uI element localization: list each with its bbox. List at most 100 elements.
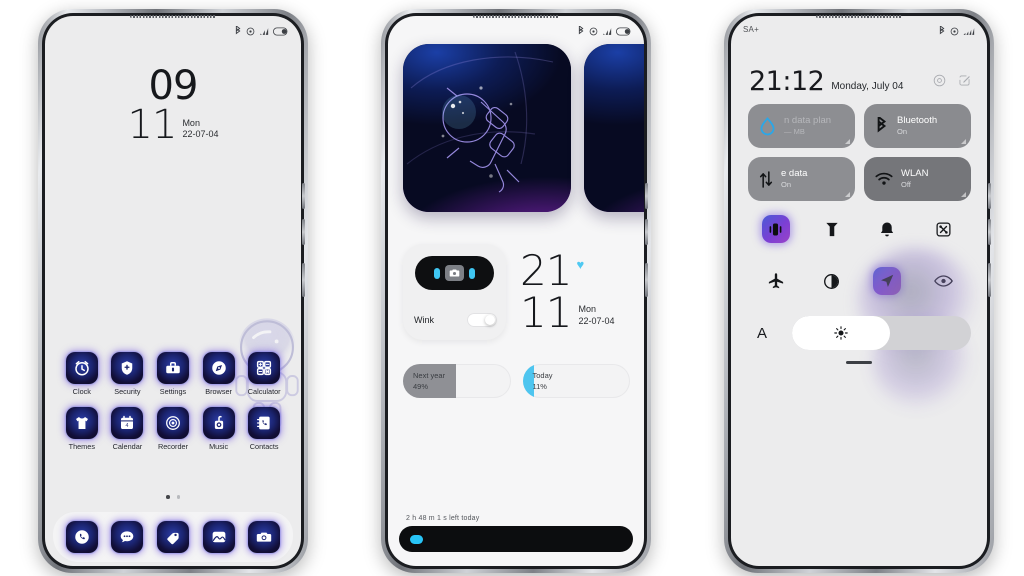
tile-data-plan[interactable]: n data plan — MB [748,104,855,148]
screen-time-note: 2 h 48 m 1 s left today [406,515,480,522]
header-date: Monday, July 04 [831,81,904,92]
wink-toggle[interactable] [467,313,497,327]
calculator-icon[interactable] [248,352,281,384]
progress-label: Next year [413,371,446,380]
power-button[interactable] [988,263,991,297]
clock-icon[interactable] [65,352,98,384]
tag-icon[interactable] [156,521,189,553]
mobile-data-icon [759,170,773,188]
tile-expand-corner[interactable] [845,139,850,144]
progress-next-year[interactable]: Next year 49% [403,364,511,398]
tile-bluetooth[interactable]: Bluetooth On [864,104,971,148]
tile-subtitle: Off [901,180,911,190]
earpiece-speaker [816,15,902,18]
app-browser[interactable]: Browser [196,352,242,396]
app-label: Contacts [249,442,279,451]
dark-mode-icon[interactable] [818,267,846,295]
volume-up-button[interactable] [645,183,648,209]
control-center-header: 21:12 Monday, July 04 [749,68,903,95]
astronaut-wallpaper-card[interactable] [403,44,571,212]
quick-settings-tiles: n data plan — MB Bluetooth On e data On … [748,104,971,201]
page-dot-1[interactable] [165,495,170,499]
next-wallpaper-card[interactable] [584,44,644,212]
toggle-flashlight[interactable] [804,214,860,244]
signal-icon [260,27,269,35]
drag-handle[interactable] [731,361,987,364]
bell-icon[interactable] [873,215,901,243]
toggle-airplane[interactable] [748,266,804,296]
volume-down-button[interactable] [302,219,305,245]
volume-up-button[interactable] [302,183,305,209]
flashlight-icon[interactable] [818,215,846,243]
calendar-icon[interactable]: 4 [111,407,144,439]
compass-icon[interactable] [202,352,235,384]
app-label: Security [114,387,141,396]
auto-brightness-button[interactable]: A [748,325,776,342]
app-themes[interactable]: Themes [59,407,105,451]
page-dot-2[interactable] [176,495,181,499]
brightness-slider[interactable] [792,316,971,350]
tile-subtitle: On [781,180,792,190]
alarm-icon [950,27,959,35]
toggle-location[interactable] [860,266,916,296]
app-settings[interactable]: Settings [150,352,196,396]
vibrate-icon[interactable] [761,215,790,243]
tile-expand-corner[interactable] [845,192,850,197]
camera-icon[interactable] [248,521,281,553]
tile-expand-corner[interactable] [961,139,966,144]
location-icon[interactable] [873,267,902,295]
heart-icon: ♥ [576,257,585,272]
wink-widget[interactable]: Wink [403,244,506,340]
screenshot-icon[interactable] [929,215,957,243]
phone-1-home-screen: 09 11 Mon 22-07-04 Clock Security Settin… [38,9,308,573]
tile-title: WLAN [901,167,929,179]
recorder-icon[interactable] [156,407,189,439]
earpiece-speaker [130,15,216,18]
tile-wlan[interactable]: WLAN Off [864,157,971,201]
power-button[interactable] [302,263,305,297]
bluetooth-icon [578,26,584,35]
shield-icon[interactable] [111,352,144,384]
wink-dot-left [434,267,440,279]
battery-icon [273,27,288,35]
volume-down-button[interactable] [988,219,991,245]
volume-down-button[interactable] [645,219,648,245]
app-calculator[interactable]: Calculator [241,352,287,396]
phone-icon[interactable] [65,521,98,553]
toggle-vibrate[interactable] [748,214,804,244]
airplane-icon[interactable] [762,267,790,295]
edit-icon[interactable] [958,74,971,87]
toggle-screenshot[interactable] [915,214,971,244]
photo-icon[interactable] [202,521,235,553]
music-icon[interactable] [202,407,235,439]
eye-care-icon[interactable] [929,267,957,295]
app-contacts[interactable]: Contacts [241,407,287,451]
toolbox-icon[interactable] [156,352,189,384]
lockscreen-clock-widget: 09 11 Mon 22-07-04 [45,66,301,148]
tile-mobile-data[interactable]: e data On [748,157,855,201]
app-music[interactable]: Music [196,407,242,451]
toggle-bell[interactable] [860,214,916,244]
screen-time-bar[interactable] [399,526,633,552]
tile-expand-corner[interactable] [961,192,966,197]
app-security[interactable]: Security [105,352,151,396]
contacts-icon[interactable] [248,407,281,439]
tshirt-icon[interactable] [65,407,98,439]
toggle-dark-mode[interactable] [804,266,860,296]
clock-minutes: 11 [127,101,178,148]
alarm-icon [246,27,255,35]
app-recorder[interactable]: Recorder [150,407,196,451]
app-calendar[interactable]: 4 Calendar [105,407,151,451]
bluetooth-icon [235,26,241,35]
phone-1-screen: 09 11 Mon 22-07-04 Clock Security Settin… [45,16,301,566]
phone-2-screen: Wink 21 ♥ 11 Mon 22-07-04 Next year 49% … [388,16,644,566]
power-button[interactable] [645,263,648,297]
message-icon[interactable] [111,521,144,553]
svg-text:4: 4 [126,423,129,429]
app-clock[interactable]: Clock [59,352,105,396]
clock-date: 22-07-04 [578,315,615,326]
progress-today[interactable]: Today 11% [522,364,630,398]
settings-gear-icon[interactable] [933,74,946,87]
toggle-eye-care[interactable] [915,266,971,296]
volume-up-button[interactable] [988,183,991,209]
